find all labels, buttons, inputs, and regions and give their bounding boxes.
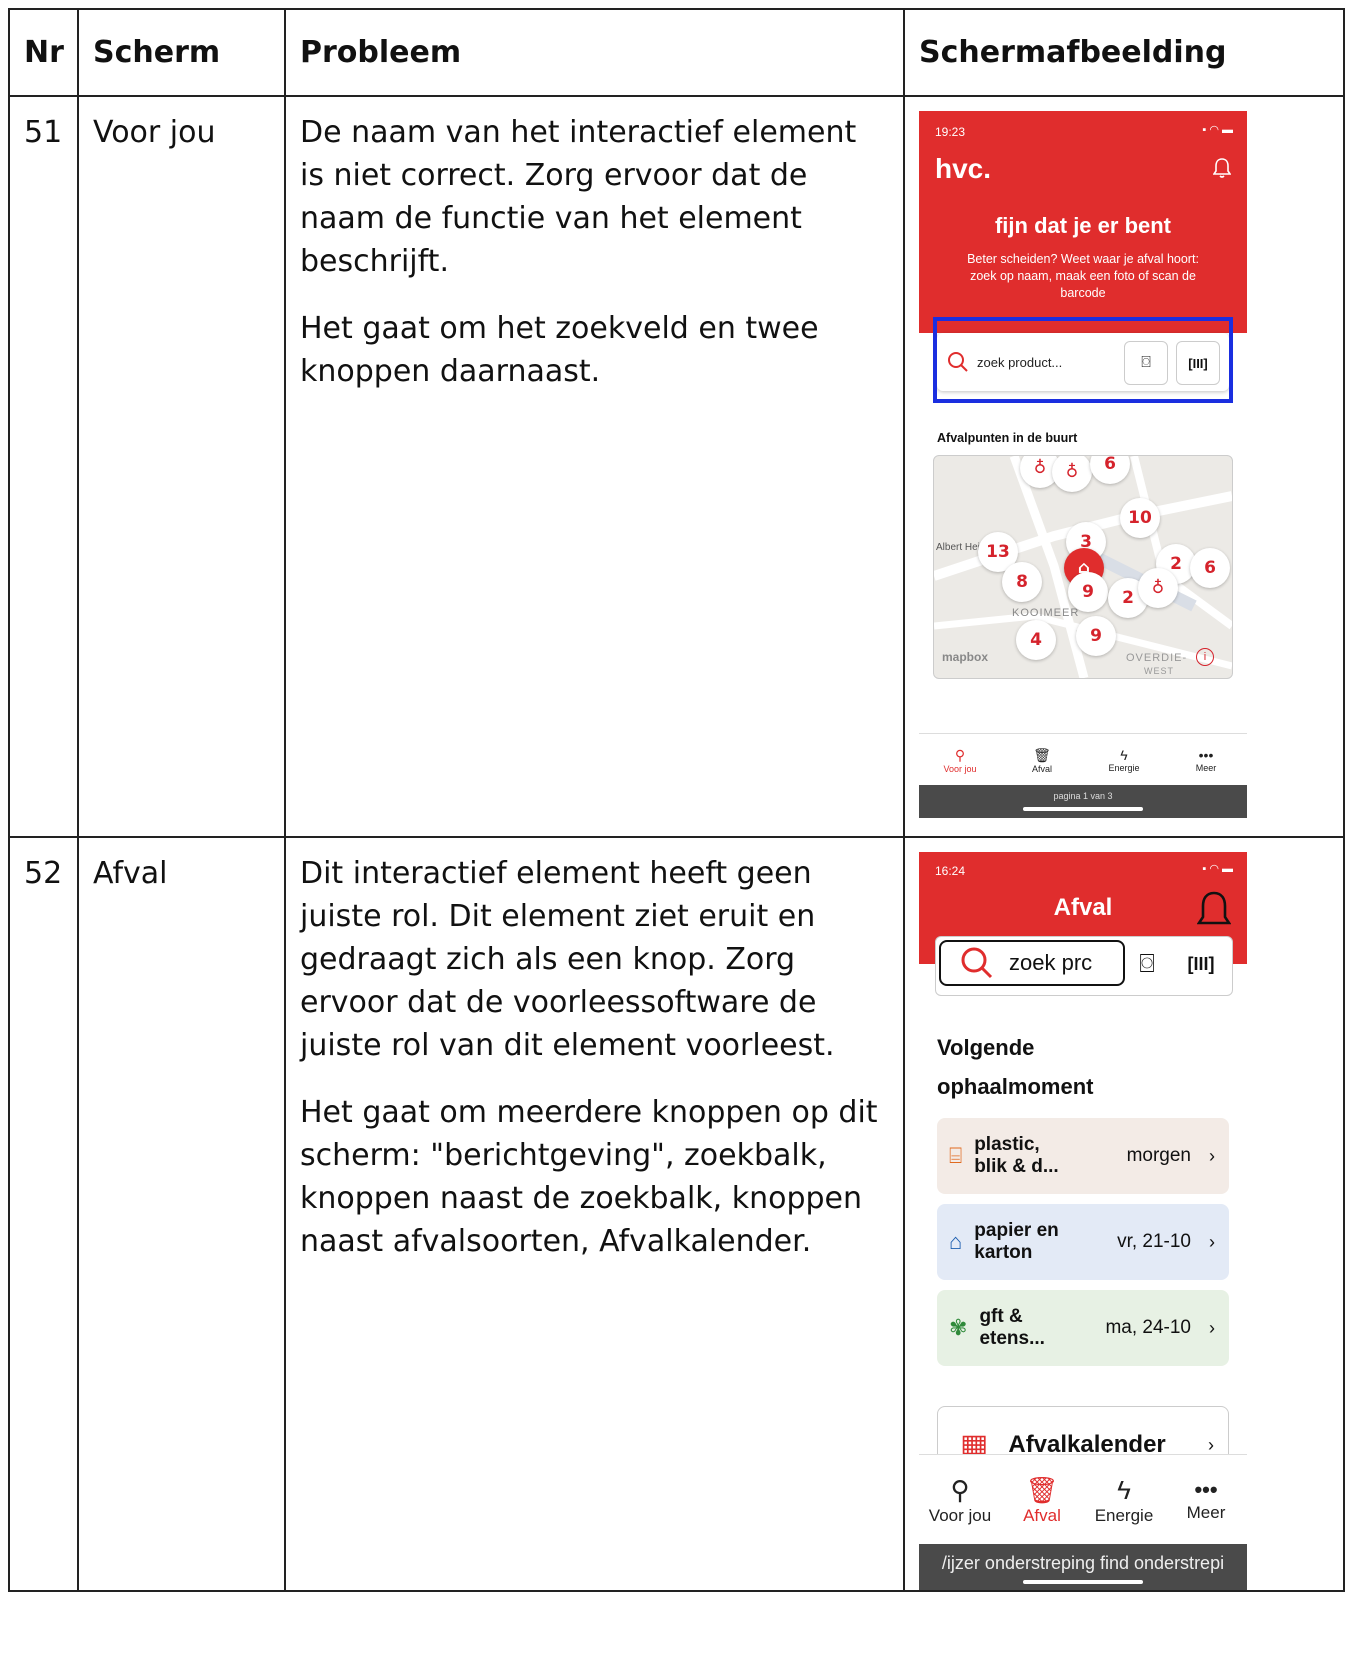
map-pin-count[interactable]: 9 <box>1068 572 1108 612</box>
tab-energie[interactable]: ϟ Energie <box>1083 734 1165 786</box>
cell-scherm: Afval <box>77 836 286 1592</box>
trash-icon: 🗑 <box>1033 746 1051 763</box>
more-icon: ••• <box>1198 747 1214 763</box>
search-placeholder: zoek prc <box>1009 950 1093 975</box>
barcode-icon: [III] <box>1187 953 1215 974</box>
paper-icon: ⌂ <box>949 1229 963 1254</box>
gft-icon: ✾ <box>949 1315 968 1340</box>
section-title: Volgende ophaalmoment <box>937 1035 1094 1099</box>
chevron-right-icon: › <box>1209 1231 1215 1252</box>
map-pin-count[interactable]: 10 <box>1120 498 1160 538</box>
screenshot-voor-jou: 19:23 ▪ ◠ ▬ hvc. fijn dat je er bent Bet… <box>919 111 1247 818</box>
search-input[interactable]: zoek prc <box>939 940 1125 986</box>
map[interactable]: Albert Hei KOOIMEER OVERDIE- WEST mapbox… <box>933 455 1233 679</box>
barcode-button[interactable]: [III] <box>1177 942 1225 986</box>
camera-icon: ⌼ <box>1139 948 1155 978</box>
tab-meer[interactable]: ••• Meer <box>1165 734 1247 786</box>
header-probleem: Probleem <box>284 8 905 97</box>
map-label-area: KOOIMEER <box>1012 607 1080 619</box>
headline: fijn dat je er bent <box>994 213 1172 238</box>
tab-afval[interactable]: 🗑 Afval <box>1001 1455 1083 1545</box>
cell-probleem: Dit interactief element heeft geen juist… <box>284 836 905 1592</box>
map-label-store: Albert Hei <box>936 542 980 553</box>
chevron-right-icon: › <box>1208 1434 1214 1455</box>
camera-button[interactable]: ⌼ <box>1125 942 1169 986</box>
header-schermafbeelding: Schermafbeelding <box>903 8 1345 97</box>
tab-afval[interactable]: 🗑 Afval <box>1001 734 1083 786</box>
page-indicator-bar: pagina 1 van 3 <box>919 785 1247 818</box>
table-header-row: Nr Scherm Probleem Schermafbeelding <box>8 8 1345 97</box>
cell-probleem: De naam van het interactief element is n… <box>284 95 905 838</box>
map-pin-bag[interactable]: ♁ <box>1138 568 1178 608</box>
mapbox-logo: mapbox <box>942 650 989 664</box>
bell-button[interactable] <box>1196 890 1232 937</box>
map-pin-count[interactable]: 8 <box>1002 562 1042 602</box>
info-icon[interactable]: i <box>1196 648 1214 666</box>
problem-detail: Het gaat om het zoekveld en twee knoppen… <box>300 311 819 389</box>
plastic-icon: ⌸ <box>949 1143 963 1168</box>
header-scherm: Scherm <box>77 8 286 97</box>
trash-icon: 🗑 <box>1025 1474 1059 1505</box>
search-icon <box>961 947 993 979</box>
status-time: 19:23 <box>935 125 966 139</box>
tab-voor-jou[interactable]: ⚲ Voor jou <box>919 1455 1001 1545</box>
person-icon: ⚲ <box>954 746 966 763</box>
cell-nr: 51 <box>8 95 79 838</box>
cell-nr: 52 <box>8 836 79 1592</box>
problem-detail: Het gaat om meerdere knoppen op dit sche… <box>300 1095 878 1259</box>
tab-meer[interactable]: ••• Meer <box>1165 1455 1247 1545</box>
tab-bar: ⚲ Voor jou 🗑 Afval ϟ Energie ••• Meer <box>919 1454 1247 1545</box>
tab-bar: ⚲ Voor jou 🗑 Afval ϟ Energie ••• Meer <box>919 733 1247 786</box>
table-row: 51 Voor jou De naam van het interactief … <box>8 95 1345 838</box>
cell-scherm: Voor jou <box>77 95 286 838</box>
problem-text: De naam van het interactief element is n… <box>300 115 857 279</box>
status-time: 16:24 <box>935 864 966 878</box>
waste-item-papier[interactable]: ⌂ papier en karton vr, 21-10 › <box>937 1204 1229 1280</box>
person-icon: ⚲ <box>950 1474 970 1505</box>
waste-item-gft[interactable]: ✾ gft & etens... ma, 24-10 › <box>937 1290 1229 1366</box>
bell-icon <box>1196 891 1232 925</box>
status-icons: ▪ ◠ ▬ <box>1202 124 1233 136</box>
bell-icon[interactable] <box>1212 157 1232 184</box>
table-row: 52 Afval Dit interactief element heeft g… <box>8 836 1345 1592</box>
map-pin-count[interactable]: 4 <box>1016 620 1056 660</box>
tab-voor-jou[interactable]: ⚲ Voor jou <box>919 734 1001 786</box>
chevron-right-icon: › <box>1209 1317 1215 1338</box>
hvc-logo: hvc. <box>935 153 992 184</box>
lightning-icon: ϟ <box>1120 747 1128 763</box>
accessibility-issues-table: Nr Scherm Probleem Schermafbeelding 51 V… <box>8 8 1345 1592</box>
cell-screenshot: 16:24 ▪ ◠ ▬ Afval zoek prc ⌼ [III] Volge… <box>903 836 1345 1592</box>
section-title: Afvalpunten in de buurt <box>937 431 1078 445</box>
status-icons: ▪ ◠ ▬ <box>1202 863 1233 875</box>
problem-text: Dit interactief element heeft geen juist… <box>300 856 835 1063</box>
more-icon: ••• <box>1194 1477 1218 1502</box>
header-nr: Nr <box>8 8 79 97</box>
cell-screenshot: 19:23 ▪ ◠ ▬ hvc. fijn dat je er bent Bet… <box>903 95 1345 838</box>
tab-energie[interactable]: ϟ Energie <box>1083 1455 1165 1545</box>
home-indicator <box>1023 807 1143 811</box>
focus-highlight <box>933 317 1233 403</box>
subtitle: Beter scheiden? Weet waar je afval hoort… <box>967 252 1199 300</box>
home-indicator <box>1023 1580 1143 1584</box>
map-pin-count[interactable]: 9 <box>1076 616 1116 656</box>
map-label-area3: WEST <box>1144 666 1174 676</box>
waste-item-plastic[interactable]: ⌸ plastic, blik & d... morgen › <box>937 1118 1229 1194</box>
map-label-area2: OVERDIE- <box>1126 652 1188 664</box>
chevron-right-icon: › <box>1209 1145 1215 1166</box>
map-pin-count[interactable]: 6 <box>1190 548 1230 588</box>
screenshot-afval: 16:24 ▪ ◠ ▬ Afval zoek prc ⌼ [III] Volge… <box>919 852 1247 1590</box>
lightning-icon: ϟ <box>1117 1474 1131 1505</box>
